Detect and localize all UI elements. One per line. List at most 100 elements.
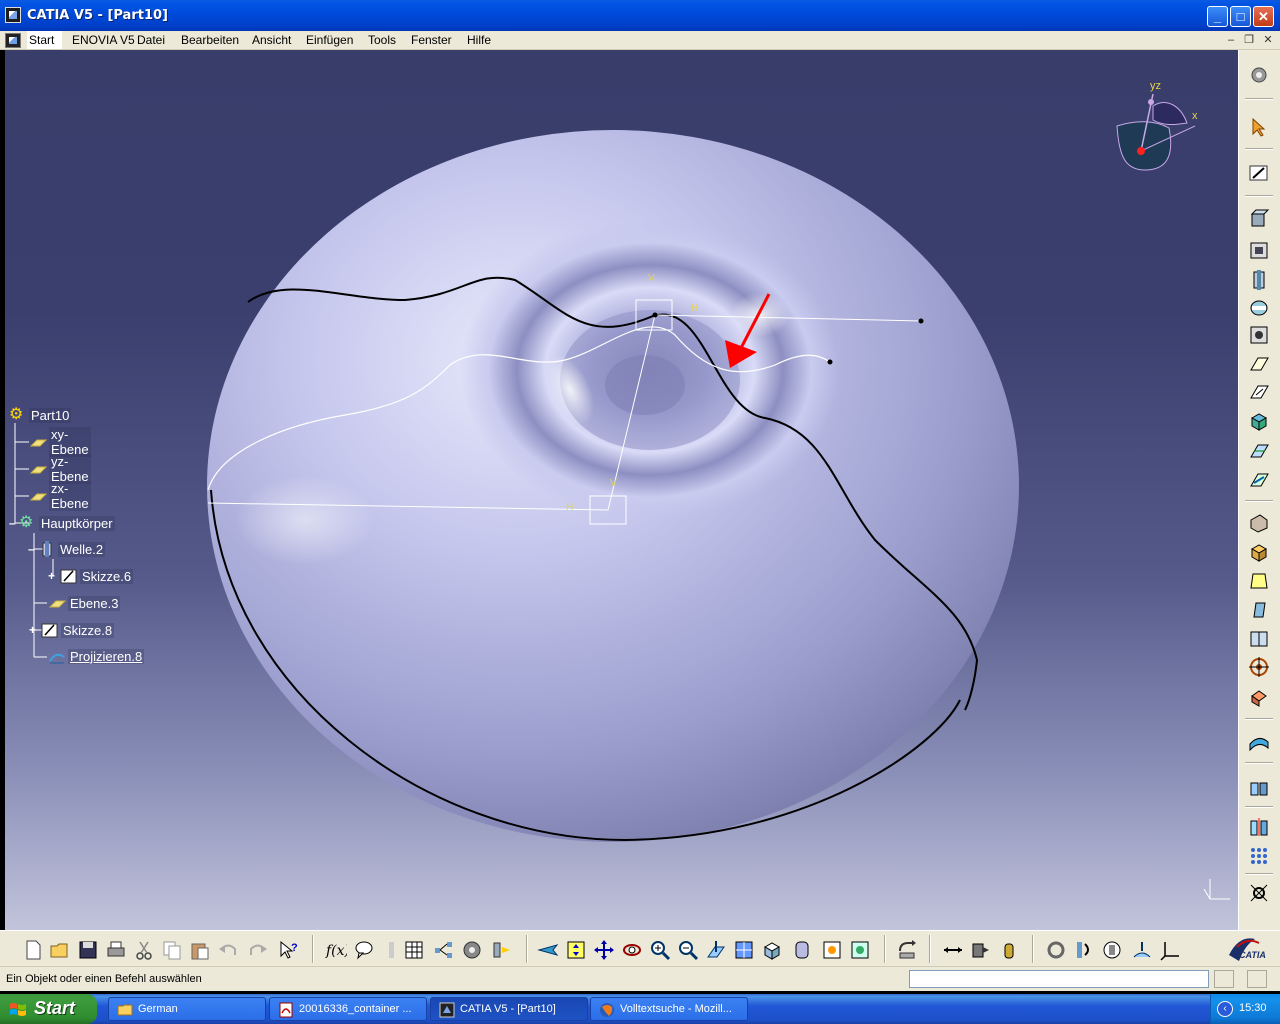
measure-between-icon[interactable] (942, 939, 964, 961)
rotate-icon[interactable] (621, 939, 643, 961)
command-input[interactable] (909, 970, 1209, 988)
catalog-icon[interactable] (461, 939, 483, 961)
menu-fenster[interactable]: Fenster (411, 33, 452, 47)
status-button-1[interactable] (1214, 970, 1234, 988)
minimize-button[interactable]: _ (1207, 6, 1228, 27)
print-icon[interactable] (105, 939, 127, 961)
menu-ansicht[interactable]: Ansicht (252, 33, 291, 47)
menu-hilfe[interactable]: Hilfe (467, 33, 491, 47)
menu-einfuegen[interactable]: Einfügen (306, 33, 353, 47)
solid-combine-icon[interactable] (1248, 468, 1270, 490)
select-arrow-icon[interactable] (1248, 116, 1270, 138)
collapse-icon[interactable]: – (9, 516, 19, 530)
normal-view-icon[interactable] (705, 939, 727, 961)
zoom-in-icon[interactable] (649, 939, 671, 961)
rib-icon[interactable] (1248, 352, 1270, 374)
task-pdf-container[interactable]: 20016336_container ... (269, 997, 427, 1021)
tree-item-shaft[interactable]: – Welle.2 (28, 539, 106, 559)
measure-inertia-icon[interactable] (998, 939, 1020, 961)
save-icon[interactable] (77, 939, 99, 961)
new-icon[interactable] (22, 939, 44, 961)
sketcher-icon[interactable] (1248, 162, 1270, 184)
stiffener-icon[interactable] (1248, 439, 1270, 461)
chamfer-icon[interactable] (1248, 541, 1270, 563)
groove-icon[interactable] (1248, 297, 1270, 319)
knowledge-icon[interactable] (353, 939, 375, 961)
tree-item-zx-plane[interactable]: zx-Ebene (29, 481, 91, 511)
menu-datei[interactable]: Datei (137, 33, 165, 47)
tree-item-main-body[interactable]: – ⚙ Hauptkörper (9, 513, 115, 533)
transform-icon[interactable] (1248, 777, 1270, 799)
status-button-2[interactable] (1247, 970, 1267, 988)
pattern-icon[interactable] (1248, 845, 1270, 867)
measure-item-icon[interactable] (970, 939, 992, 961)
document-icon[interactable] (5, 33, 21, 48)
update-icon[interactable] (896, 939, 918, 961)
slot-icon[interactable] (1248, 380, 1270, 402)
menu-bearbeiten[interactable]: Bearbeiten (181, 33, 239, 47)
menu-tools[interactable]: Tools (368, 33, 396, 47)
law-icon[interactable] (381, 939, 403, 961)
task-mozilla[interactable]: Volltextsuche - Mozill... (590, 997, 748, 1021)
mdi-close-button[interactable]: ✕ (1260, 34, 1276, 48)
menu-start[interactable]: Start (27, 31, 63, 49)
mirror-icon[interactable] (1248, 816, 1270, 838)
hand-icon[interactable] (1101, 939, 1123, 961)
collapse-icon[interactable]: – (28, 542, 38, 556)
table-icon[interactable] (403, 939, 425, 961)
multi-view-icon[interactable] (733, 939, 755, 961)
target-icon[interactable] (1248, 656, 1270, 678)
3d-viewport[interactable]: V H V H yz x ⚙ Part10 xy-Ebene yz-Ebene … (5, 50, 1238, 930)
cut-icon[interactable] (133, 939, 155, 961)
gear-settings-icon[interactable] (1248, 64, 1270, 86)
paste-icon[interactable] (189, 939, 211, 961)
menu-enovia[interactable]: ENOVIA V5 (72, 33, 135, 47)
multi-section-solid-icon[interactable] (1248, 410, 1270, 432)
tree-item-plane-3[interactable]: Ebene.3 (48, 593, 121, 613)
formula-icon[interactable]: f(x) (325, 939, 347, 961)
close-button[interactable]: ✕ (1253, 6, 1274, 27)
iso-view-icon[interactable] (761, 939, 783, 961)
tray-expand-icon[interactable]: ‹ (1217, 1001, 1233, 1017)
undo-icon[interactable] (217, 939, 239, 961)
mdi-minimize-button[interactable]: – (1223, 34, 1239, 48)
maximize-button[interactable]: □ (1230, 6, 1251, 27)
zoom-out-icon[interactable] (677, 939, 699, 961)
task-german[interactable]: German (108, 997, 266, 1021)
compass-widget[interactable] (1105, 78, 1205, 178)
thread-icon[interactable] (1248, 686, 1270, 708)
thickness-icon[interactable] (1248, 627, 1270, 649)
tree-root-part10[interactable]: ⚙ Part10 (9, 405, 72, 425)
fillet-icon[interactable] (1248, 512, 1270, 534)
pad-icon[interactable] (1248, 208, 1270, 230)
shading-icon[interactable] (791, 939, 813, 961)
walk-icon[interactable] (1131, 939, 1153, 961)
tree-item-sketch-8[interactable]: + Skizze.8 (29, 620, 115, 640)
fit-all-icon[interactable] (565, 939, 587, 961)
fly-rotate-icon[interactable] (1045, 939, 1067, 961)
expand-icon[interactable]: + (48, 569, 60, 583)
axis-system-icon[interactable] (1159, 939, 1181, 961)
start-button[interactable]: Start (0, 994, 97, 1024)
tree-item-xy-plane[interactable]: xy-Ebene (29, 427, 91, 457)
hide-show-icon[interactable] (821, 939, 843, 961)
swap-visible-space-icon[interactable] (849, 939, 871, 961)
draft-icon[interactable] (1248, 570, 1270, 592)
open-folder-icon[interactable] (49, 939, 71, 961)
part-geometry[interactable] (5, 50, 1238, 930)
hole-icon[interactable] (1248, 324, 1270, 346)
fly-mode-icon[interactable] (537, 939, 559, 961)
catia-app-icon[interactable] (5, 7, 21, 23)
tree-item-projection-8[interactable]: Projizieren.8 (48, 646, 145, 666)
redo-icon[interactable] (247, 939, 269, 961)
graph-tree-icon[interactable] (433, 939, 455, 961)
task-catia[interactable]: CATIA V5 - [Part10] (430, 997, 588, 1021)
shaft-tool-icon[interactable] (1248, 269, 1270, 291)
turn-head-icon[interactable] (1073, 939, 1095, 961)
constraint-icon[interactable] (1248, 882, 1270, 904)
surface-based-icon[interactable] (1248, 730, 1270, 752)
shell-icon[interactable] (1248, 599, 1270, 621)
pocket-icon[interactable] (1248, 239, 1270, 261)
pan-icon[interactable] (593, 939, 615, 961)
tree-item-sketch-6[interactable]: + Skizze.6 (48, 566, 134, 586)
